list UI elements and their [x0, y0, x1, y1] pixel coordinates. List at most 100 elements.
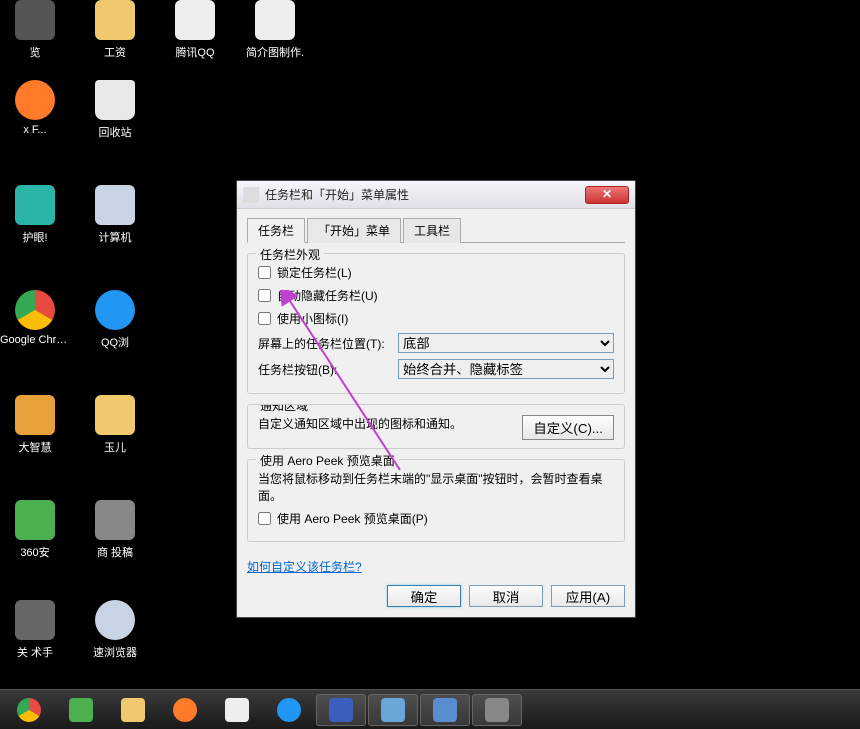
window-icon — [243, 187, 259, 203]
icon-label: 大智慧 — [0, 439, 70, 455]
cancel-button[interactable]: 取消 — [469, 585, 543, 607]
desktop-icon[interactable]: 览 — [0, 0, 70, 60]
taskbar-word[interactable] — [316, 694, 366, 726]
qq-icon — [277, 698, 301, 722]
small-icons-checkbox[interactable] — [258, 312, 271, 325]
shield-icon — [69, 698, 93, 722]
notify-legend: 通知区域 — [256, 404, 312, 414]
small-icons-label: 使用小图标(I) — [277, 310, 348, 327]
desktop-icon[interactable]: 玉儿 — [80, 395, 150, 455]
shield-icon — [15, 500, 55, 540]
folder-icon — [15, 0, 55, 40]
buttons-label: 任务栏按钮(B): — [258, 361, 398, 378]
ok-button[interactable]: 确定 — [387, 585, 461, 607]
apply-button[interactable]: 应用(A) — [551, 585, 625, 607]
aero-text: 当您将鼠标移动到任务栏末端的"显示桌面"按钮时，会暂时查看桌面。 — [258, 470, 614, 504]
taskbar-firefox[interactable] — [160, 694, 210, 726]
taskbar-properties-dialog: 任务栏和「开始」菜单属性 ✕ 任务栏 「开始」菜单 工具栏 任务栏外观 锁定任务… — [236, 180, 636, 618]
aero-peek-group: 使用 Aero Peek 预览桌面 当您将鼠标移动到任务栏末端的"显示桌面"按钮… — [247, 459, 625, 542]
desktop-icon[interactable]: x F... — [0, 80, 70, 136]
desktop-icon[interactable]: Google Chrome — [0, 290, 70, 346]
desktop-icon[interactable]: 腾讯QQ — [160, 0, 230, 60]
image-icon — [433, 698, 457, 722]
recycle-bin-icon — [95, 80, 135, 120]
taskbar — [0, 689, 860, 729]
firefox-icon — [173, 698, 197, 722]
folder-icon — [95, 0, 135, 40]
dialog-body: 任务栏 「开始」菜单 工具栏 任务栏外观 锁定任务栏(L) 自动隐藏任务栏(U)… — [237, 209, 635, 617]
qq-icon — [175, 0, 215, 40]
chrome-icon — [17, 698, 41, 722]
taskbar-explorer[interactable] — [108, 694, 158, 726]
icon-label: 简介图制作. — [240, 44, 310, 60]
position-label: 屏幕上的任务栏位置(T): — [258, 335, 398, 352]
icon-label: 商 投稿 — [80, 544, 150, 560]
app-icon — [255, 0, 295, 40]
lock-taskbar-label: 锁定任务栏(L) — [277, 264, 352, 281]
icon-label: 护眼! — [0, 229, 70, 245]
icon-label: x F... — [0, 124, 70, 136]
titlebar[interactable]: 任务栏和「开始」菜单属性 ✕ — [237, 181, 635, 209]
icon-label: 速浏览器 — [80, 644, 150, 660]
dialog-buttons: 确定 取消 应用(A) — [247, 585, 625, 607]
tab-start-menu[interactable]: 「开始」菜单 — [307, 218, 401, 243]
firefox-icon — [15, 80, 55, 120]
word-icon — [329, 698, 353, 722]
tabs: 任务栏 「开始」菜单 工具栏 — [247, 217, 625, 243]
app-icon — [381, 698, 405, 722]
icon-label: Google Chrome — [0, 334, 70, 346]
icon-label: 览 — [0, 44, 70, 60]
desktop-icon[interactable]: 商 投稿 — [80, 500, 150, 560]
icon-label: 360安 — [0, 544, 70, 560]
taskbar-image[interactable] — [420, 694, 470, 726]
desktop-icon[interactable]: 工资 — [80, 0, 150, 60]
icon-label: QQ浏 — [80, 334, 150, 350]
lock-taskbar-checkbox[interactable] — [258, 266, 271, 279]
desktop-icon[interactable]: 关 术手 — [0, 600, 70, 660]
customize-button[interactable]: 自定义(C)... — [522, 415, 614, 440]
taskbar-chrome[interactable] — [4, 694, 54, 726]
close-button[interactable]: ✕ — [585, 186, 629, 204]
computer-icon — [95, 185, 135, 225]
appearance-legend: 任务栏外观 — [256, 246, 324, 263]
icon-label: 工资 — [80, 44, 150, 60]
buttons-select[interactable]: 始终合并、隐藏标签 — [398, 359, 614, 379]
chart-icon — [15, 395, 55, 435]
eye-icon — [15, 185, 55, 225]
qq-browser-icon — [95, 290, 135, 330]
taskbar-qq[interactable] — [264, 694, 314, 726]
position-select[interactable]: 底部 — [398, 333, 614, 353]
desktop-icon[interactable]: 回收站 — [80, 80, 150, 140]
tab-toolbars[interactable]: 工具栏 — [403, 218, 461, 243]
taskbar-shield[interactable] — [56, 694, 106, 726]
window-title: 任务栏和「开始」菜单属性 — [265, 186, 585, 203]
desktop-icon[interactable]: 护眼! — [0, 185, 70, 245]
document-icon — [225, 698, 249, 722]
notify-group: 通知区域 自定义(C)... 自定义通知区域中出现的图标和通知。 — [247, 404, 625, 449]
taskbar-document[interactable] — [212, 694, 262, 726]
help-link[interactable]: 如何自定义该任务栏? — [247, 558, 362, 575]
icon-label: 玉儿 — [80, 439, 150, 455]
aero-peek-checkbox[interactable] — [258, 512, 271, 525]
desktop-icon[interactable]: 计算机 — [80, 185, 150, 245]
taskbar-display[interactable] — [472, 694, 522, 726]
desktop-icon[interactable]: QQ浏 — [80, 290, 150, 350]
chrome-icon — [15, 290, 55, 330]
aero-legend: 使用 Aero Peek 预览桌面 — [256, 452, 399, 469]
icon-label: 回收站 — [80, 124, 150, 140]
app-icon — [15, 600, 55, 640]
icon-label: 计算机 — [80, 229, 150, 245]
icon-label: 关 术手 — [0, 644, 70, 660]
explorer-icon — [121, 698, 145, 722]
auto-hide-label: 自动隐藏任务栏(U) — [277, 287, 378, 304]
taskbar-app[interactable] — [368, 694, 418, 726]
desktop-icon[interactable]: 大智慧 — [0, 395, 70, 455]
auto-hide-checkbox[interactable] — [258, 289, 271, 302]
app-icon — [95, 500, 135, 540]
desktop-icon[interactable]: 速浏览器 — [80, 600, 150, 660]
tab-taskbar[interactable]: 任务栏 — [247, 218, 305, 243]
desktop-icon[interactable]: 简介图制作. — [240, 0, 310, 60]
desktop-icon[interactable]: 360安 — [0, 500, 70, 560]
icon-label: 腾讯QQ — [160, 44, 230, 60]
display-icon — [485, 698, 509, 722]
